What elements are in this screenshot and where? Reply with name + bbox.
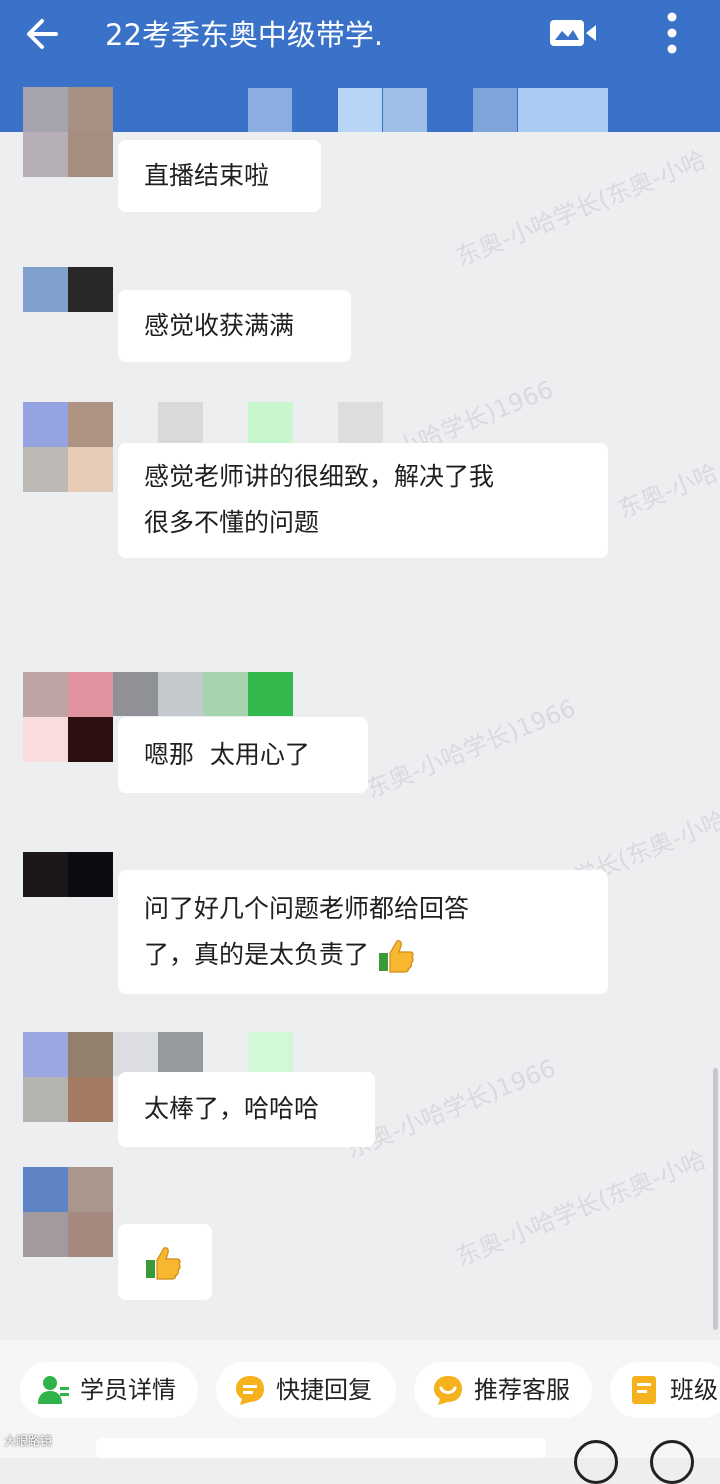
avatar[interactable] xyxy=(23,852,113,897)
user-detail-icon xyxy=(38,1376,69,1404)
quick-action-label: 快捷回复 xyxy=(276,1376,372,1404)
sender-name xyxy=(113,672,293,716)
message-text-line: 感觉老师讲的很细致，解决了我 xyxy=(144,462,495,491)
message-text-line: 问了好几个问题老师都给回答 xyxy=(144,894,470,923)
watermark-text: 东奥-小哈学长(东奥-小哈 xyxy=(452,1145,711,1272)
scrollbar[interactable] xyxy=(713,1068,718,1330)
avatar[interactable] xyxy=(23,87,113,177)
quick-action-label: 推荐客服 xyxy=(474,1376,570,1404)
message-text: 嗯那 太用心了 xyxy=(144,740,310,769)
source-watermark: 大眼路镜 xyxy=(4,1434,53,1448)
message-bubble[interactable]: 感觉老师讲的很细致，解决了我 很多不懂的问题 xyxy=(118,443,608,558)
avatar[interactable] xyxy=(23,402,113,492)
watermark-text: 东奥-小哈 xyxy=(614,458,720,524)
message-bubble[interactable]: 直播结束啦 xyxy=(118,140,321,212)
message-bubble[interactable]: 太棒了，哈哈哈 xyxy=(118,1072,375,1147)
thumbs-up-icon xyxy=(146,1247,181,1280)
message-bubble[interactable]: 问了好几个问题老师都给回答 了，真的是太负责了 xyxy=(118,870,608,994)
quick-action-recommend-service[interactable]: 推荐客服 xyxy=(414,1362,592,1418)
quick-reply-icon xyxy=(236,1376,264,1405)
message-input[interactable] xyxy=(96,1438,546,1458)
watermark-text: 东奥-小哈学长(东奥-小哈 xyxy=(452,145,711,272)
emoji-button[interactable] xyxy=(574,1440,618,1484)
more-vertical-icon[interactable] xyxy=(655,8,689,58)
message-bubble[interactable]: 感觉收获满满 xyxy=(118,290,351,362)
message-bubble[interactable]: 嗯那 太用心了 xyxy=(118,717,368,793)
thumbs-up-icon xyxy=(378,940,414,973)
video-call-icon[interactable] xyxy=(548,14,600,52)
arrow-left-icon[interactable] xyxy=(22,12,66,56)
message-text-line: 很多不懂的问题 xyxy=(144,508,320,537)
bottom-toolbar: 学员详情 快捷回复 推荐客服 班级 xyxy=(0,1340,720,1484)
quick-action-label: 班级 xyxy=(670,1376,718,1404)
message-bubble[interactable] xyxy=(118,1224,212,1300)
chat-area[interactable]: 东奥-小哈学长(东奥-小哈 小哈学长)1966 东奥-小哈 东奥-小哈学长)19… xyxy=(0,87,720,1340)
message-text: 感觉收获满满 xyxy=(144,311,295,340)
message-text: 直播结束啦 xyxy=(144,161,270,190)
message-text: 太棒了，哈哈哈 xyxy=(144,1094,320,1123)
class-note-icon xyxy=(632,1376,656,1404)
chat-title: 22考季东奥中级带学. xyxy=(105,18,384,52)
quick-action-quick-reply[interactable]: 快捷回复 xyxy=(216,1362,396,1418)
avatar[interactable] xyxy=(23,267,113,312)
message-text-line: 了，真的是太负责了 xyxy=(144,940,370,969)
customer-service-icon xyxy=(434,1376,462,1405)
avatar[interactable] xyxy=(23,672,113,762)
more-actions-button[interactable] xyxy=(650,1440,694,1484)
quick-action-class[interactable]: 班级 xyxy=(610,1362,720,1418)
sender-name xyxy=(113,1032,293,1076)
quick-action-student-detail[interactable]: 学员详情 xyxy=(20,1362,198,1418)
watermark-text: 东奥-小哈学长)1966 xyxy=(362,693,580,804)
avatar[interactable] xyxy=(23,1167,113,1257)
quick-action-label: 学员详情 xyxy=(80,1376,176,1404)
avatar[interactable] xyxy=(23,1032,113,1122)
sender-name xyxy=(158,402,384,446)
